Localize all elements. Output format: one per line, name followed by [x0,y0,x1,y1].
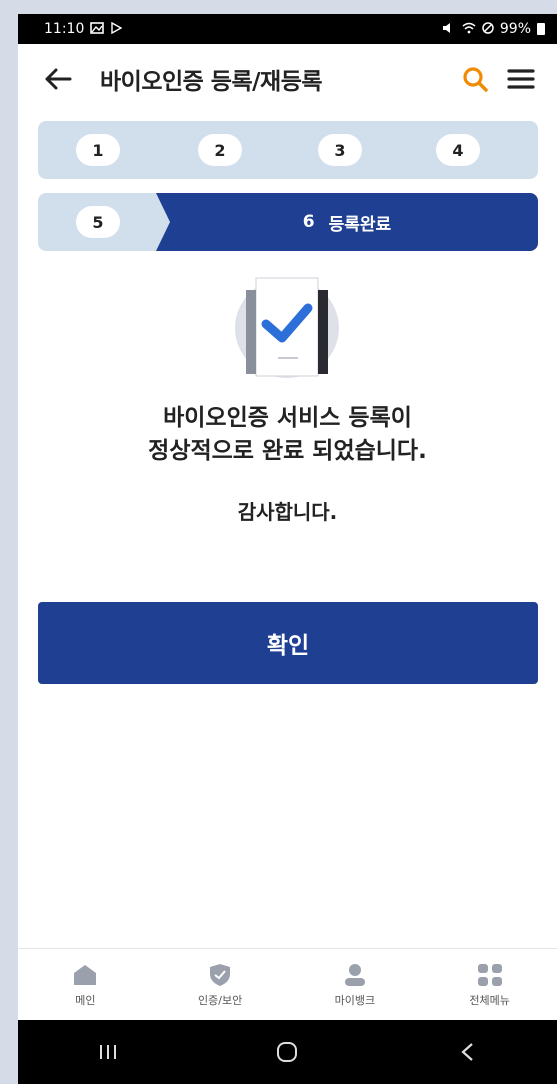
thanks-message: 감사합니다. [237,500,338,524]
dnd-icon [482,21,494,37]
play-icon [110,21,123,37]
nav-item-auth-security[interactable]: 인증/보안 [165,962,275,1008]
hamburger-menu-icon[interactable] [503,61,539,97]
status-bar: 11:10 99% [18,14,557,44]
home-icon [71,962,99,988]
gallery-icon [90,21,105,37]
confirm-button[interactable]: 확인 [38,602,538,684]
battery-icon [537,23,545,35]
page-title: 바이오인증 등록/재등록 [100,69,323,95]
back-arrow-icon[interactable] [38,59,78,99]
step-4: 4 [436,134,480,166]
bottom-nav: 메인 인증/보안 마이뱅크 전체메뉴 [18,948,557,1021]
step-indicator-row-2: 5 6 등록완료 [38,193,538,251]
active-step-label: 등록완료 [328,214,392,235]
home-button-icon[interactable] [247,1032,327,1072]
nav-label-mybank: 마이뱅크 [334,994,376,1007]
recent-apps-icon[interactable] [68,1032,148,1072]
nav-label-auth-security: 인증/보안 [198,994,243,1007]
completion-message-line-1: 바이오인증 서비스 등록이 [163,405,412,431]
step-indicator-row-1: 1 2 3 4 [38,121,538,179]
nav-label-main: 메인 [75,994,96,1007]
nav-item-main[interactable]: 메인 [30,962,140,1008]
step-6-active: 6 등록완료 [156,193,538,251]
nav-label-all-menu: 전체메뉴 [469,994,510,1007]
app-header: 바이오인증 등록/재등록 [18,44,557,114]
person-icon [341,962,369,988]
back-nav-icon[interactable] [427,1032,507,1072]
mute-icon [442,22,456,37]
nav-item-all-menu[interactable]: 전체메뉴 [435,962,545,1008]
completion-check-illustration [232,276,342,380]
step-1: 1 [76,134,120,166]
active-step-number: 6 [302,212,315,232]
battery-percent: 99% [499,21,531,37]
completion-message: 바이오인증 서비스 등록이 정상적으로 완료 되었습니다. [18,402,557,468]
grid-icon [476,962,504,988]
wifi-icon [462,22,476,37]
completion-message-line-2: 정상적으로 완료 되었습니다. [148,438,427,464]
status-time: 11:10 [44,21,85,37]
step-3: 3 [318,134,362,166]
system-nav-bar [18,1020,557,1084]
search-icon[interactable] [457,61,493,97]
nav-item-mybank[interactable]: 마이뱅크 [300,962,410,1008]
step-2: 2 [198,134,242,166]
shield-icon [206,962,234,988]
step-5: 5 [76,206,120,238]
phone-screen: 11:10 99% 바이오인증 등록/재등록 1 2 3 4 5 6 등록완료 … [18,14,557,1084]
